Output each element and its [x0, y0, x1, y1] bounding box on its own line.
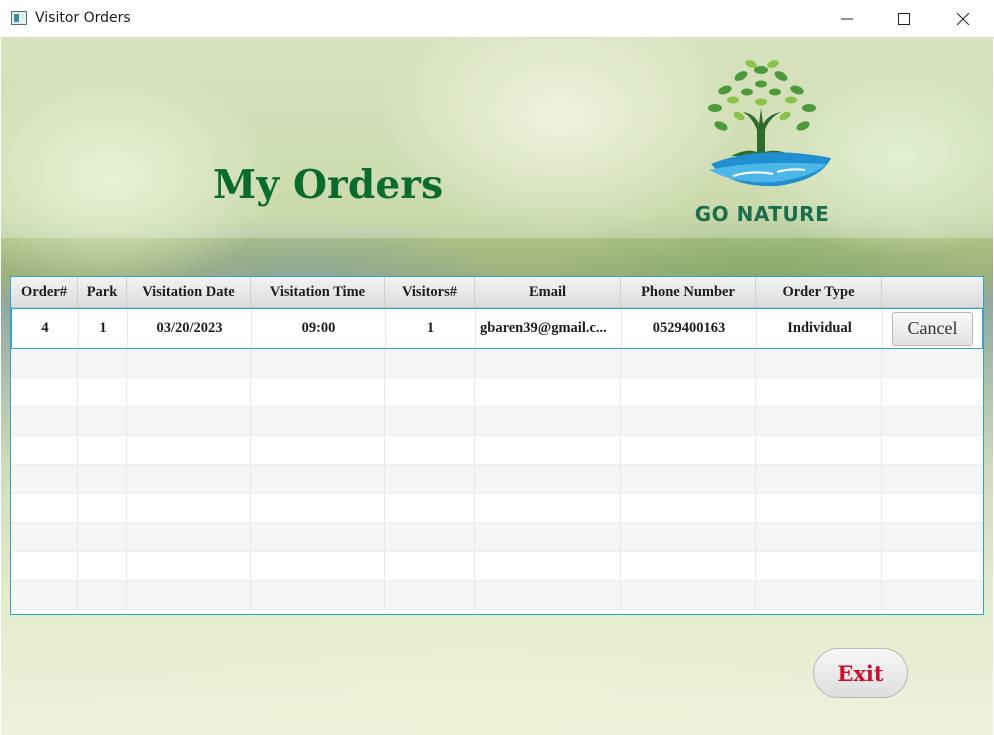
window-titlebar: Visitor Orders [0, 0, 994, 38]
cell-visitors: 1 [386, 309, 476, 348]
window-title: Visitor Orders [35, 10, 131, 26]
app-icon [11, 11, 27, 25]
cell-visitation-time: 09:00 [252, 309, 386, 348]
header-band [1, 38, 993, 238]
logo-text: GO NATURE [694, 202, 830, 226]
maximize-button[interactable] [881, 0, 927, 38]
cell-order: 4 [12, 309, 79, 348]
close-icon [957, 13, 969, 25]
column-header-visitation-date[interactable]: Visitation Date [127, 277, 251, 307]
close-button[interactable] [940, 0, 986, 38]
cell-park: 1 [79, 309, 128, 348]
tree-logo-icon [708, 60, 831, 187]
cancel-order-button[interactable]: Cancel [892, 311, 973, 346]
empty-table-row [11, 494, 983, 523]
column-header-order-type[interactable]: Order Type [756, 277, 882, 307]
empty-table-row [11, 407, 983, 436]
background-scene: My Orders GO NATURE Order# Park Visitati… [1, 38, 993, 735]
column-header-email[interactable]: Email [475, 277, 621, 307]
empty-table-row [11, 349, 983, 378]
exit-button[interactable]: Exit [813, 648, 908, 698]
empty-table-row [11, 436, 983, 465]
column-header-phone-number[interactable]: Phone Number [621, 277, 756, 307]
table-header: Order# Park Visitation Date Visitation T… [11, 277, 983, 308]
cell-order-type: Individual [757, 309, 883, 348]
column-header-park[interactable]: Park [78, 277, 127, 307]
cell-email: gbaren39@gmail.c... [476, 309, 622, 348]
empty-table-row [11, 581, 983, 610]
column-header-order[interactable]: Order# [11, 277, 78, 307]
cell-action: Cancel [883, 309, 982, 348]
empty-table-row [11, 552, 983, 581]
cell-phone-number: 0529400163 [622, 309, 757, 348]
cell-visitation-date: 03/20/2023 [128, 309, 252, 348]
column-header-action[interactable] [882, 277, 983, 307]
table-body: 4 1 03/20/2023 09:00 1 gbaren39@gmail.c.… [11, 308, 983, 610]
column-header-visitors[interactable]: Visitors# [385, 277, 475, 307]
go-nature-logo: GO NATURE [681, 52, 843, 230]
empty-table-row [11, 378, 983, 407]
empty-table-row [11, 465, 983, 494]
maximize-icon [898, 13, 910, 25]
minimize-icon [841, 18, 853, 20]
minimize-button[interactable] [824, 0, 870, 38]
orders-table: Order# Park Visitation Date Visitation T… [10, 276, 984, 615]
table-row[interactable]: 4 1 03/20/2023 09:00 1 gbaren39@gmail.c.… [11, 308, 983, 349]
column-header-visitation-time[interactable]: Visitation Time [251, 277, 385, 307]
page-title: My Orders [213, 162, 444, 208]
empty-table-row [11, 523, 983, 552]
